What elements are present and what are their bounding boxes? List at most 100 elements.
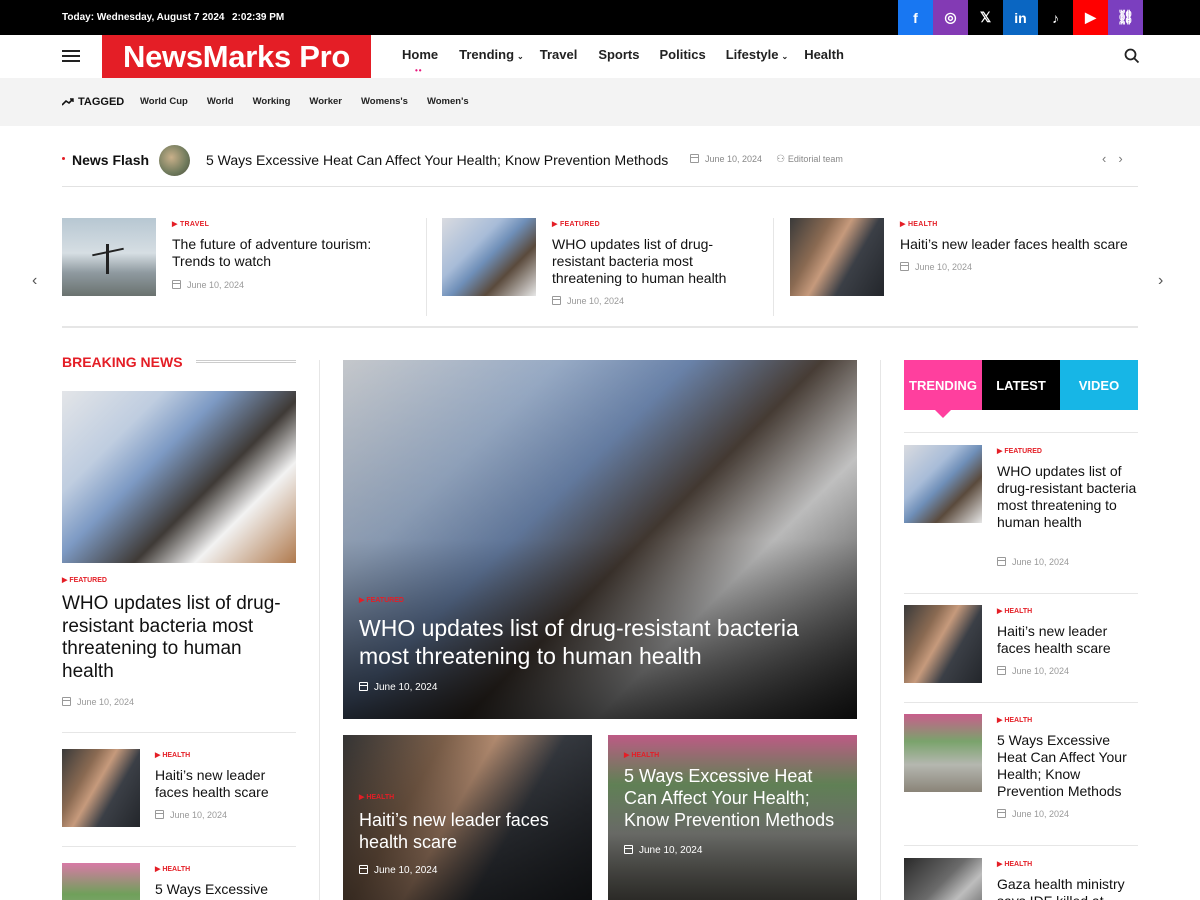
nav-travel[interactable]: Travel <box>540 47 578 62</box>
category-text: HEALTH <box>1004 608 1033 615</box>
sub-title[interactable]: Haiti’s new leader faces health scare <box>359 809 584 853</box>
category-label[interactable]: ▶ FEATURED <box>62 576 107 584</box>
card-image[interactable] <box>62 218 156 296</box>
active-tab-pointer <box>935 410 951 418</box>
item-title[interactable]: Gaza health ministry says IDF killed at … <box>997 876 1137 900</box>
date-text: June 10, 2024 <box>77 697 135 707</box>
nav-label: Health <box>804 47 844 62</box>
item-title[interactable]: 5 Ways Excessive Heat Can Affect Your He… <box>997 732 1137 800</box>
item-image[interactable] <box>904 714 982 792</box>
chevron-left-icon[interactable]: ‹ <box>1102 151 1106 166</box>
item-image[interactable] <box>904 858 982 900</box>
item-image[interactable] <box>62 749 140 827</box>
category-text: HEALTH <box>162 752 191 759</box>
linkedin-icon[interactable]: in <box>1003 0 1038 35</box>
tab-trending[interactable]: TRENDING <box>904 360 982 410</box>
divider <box>62 326 1138 328</box>
item-image[interactable] <box>904 605 982 683</box>
menu-icon[interactable] <box>62 50 80 62</box>
card-title[interactable]: WHO updates list of drug-resistant bacte… <box>552 236 748 287</box>
tag-item[interactable]: Worker <box>309 96 342 107</box>
breaking-item[interactable]: ▶ HEALTH 5 Ways Excessive <box>62 863 296 900</box>
tab-video[interactable]: VIDEO <box>1060 360 1138 410</box>
nav-health[interactable]: Health <box>804 47 844 62</box>
nav-lifestyle[interactable]: Lifestyle ⌄ <box>726 47 788 62</box>
facebook-icon[interactable]: f <box>898 0 933 35</box>
category-label[interactable]: ▶ HEALTH <box>359 793 584 801</box>
search-icon[interactable] <box>1124 48 1140 64</box>
category-label[interactable]: ▶ FEATURED <box>359 596 849 604</box>
hero-title[interactable]: WHO updates list of drug-resistant bacte… <box>359 614 849 670</box>
card-image[interactable] <box>790 218 884 296</box>
breaking-main-title[interactable]: WHO updates list of drug-resistant bacte… <box>62 593 296 683</box>
carousel-card[interactable]: ▶ FEATURED WHO updates list of drug-resi… <box>442 218 762 306</box>
hero-article[interactable]: ▶ FEATURED WHO updates list of drug-resi… <box>343 360 857 719</box>
nav-label: Politics <box>659 47 706 62</box>
breaking-item[interactable]: ▶ HEALTH Haiti’s new leader faces health… <box>62 749 296 829</box>
chevron-right-icon[interactable]: › <box>1118 151 1122 166</box>
tag-item[interactable]: Working <box>253 96 291 107</box>
nav-home[interactable]: Home •• <box>402 47 438 75</box>
carousel-card[interactable]: ▶ HEALTH Haiti’s new leader faces health… <box>790 218 1138 298</box>
instagram-icon[interactable]: ◎ <box>933 0 968 35</box>
item-image[interactable] <box>904 445 982 523</box>
item-title[interactable]: 5 Ways Excessive <box>155 881 295 898</box>
item-title[interactable]: Haiti’s new leader faces health scare <box>155 767 295 801</box>
tag-item[interactable]: Women's <box>427 96 469 107</box>
carousel-card[interactable]: ▶ TRAVEL The future of adventure tourism… <box>62 218 402 298</box>
sidebar-item[interactable]: ▶ HEALTH Gaza health ministry says IDF k… <box>904 858 1138 900</box>
date-text: June 10, 2024 <box>1012 557 1070 567</box>
tiktok-icon[interactable]: ♪ <box>1038 0 1073 35</box>
sub-article[interactable]: ▶ HEALTH 5 Ways Excessive Heat Can Affec… <box>608 735 857 900</box>
category-label[interactable]: ▶ HEALTH <box>155 751 190 759</box>
chevron-down-icon: ⌄ <box>781 52 789 61</box>
item-title[interactable]: WHO updates list of drug-resistant bacte… <box>997 463 1137 531</box>
sidebar-item[interactable]: ▶ HEALTH 5 Ways Excessive Heat Can Affec… <box>904 714 1138 824</box>
date-text: June 10, 2024 <box>170 810 228 820</box>
category-label[interactable]: ▶ HEALTH <box>624 751 849 759</box>
youtube-icon[interactable]: ▶ <box>1073 0 1108 35</box>
nav-sports[interactable]: Sports <box>598 47 639 62</box>
flash-author[interactable]: ⚇ Editorial team <box>776 154 843 165</box>
carousel-prev-icon[interactable]: ‹ <box>32 272 37 290</box>
sub-article[interactable]: ▶ HEALTH Haiti’s new leader faces health… <box>343 735 592 900</box>
divider <box>904 702 1138 703</box>
item-image[interactable] <box>62 863 140 900</box>
date-text: June 10, 2024 <box>1012 809 1070 819</box>
category-label[interactable]: ▶ HEALTH <box>155 865 190 873</box>
calendar-icon <box>155 810 164 819</box>
category-label[interactable]: ▶ FEATURED <box>997 447 1042 455</box>
tag-item[interactable]: World Cup <box>140 96 188 107</box>
tab-latest[interactable]: LATEST <box>982 360 1060 410</box>
nav-label: Lifestyle <box>725 47 779 62</box>
sidebar-item[interactable]: ▶ HEALTH Haiti’s new leader faces health… <box>904 605 1138 685</box>
category-label[interactable]: ▶ HEALTH <box>997 607 1032 615</box>
x-icon[interactable]: 𝕏 <box>968 0 1003 35</box>
sidebar-item[interactable]: ▶ FEATURED WHO updates list of drug-resi… <box>904 445 1138 575</box>
category-label[interactable]: ▶ HEALTH <box>997 860 1032 868</box>
sub-title[interactable]: 5 Ways Excessive Heat Can Affect Your He… <box>624 765 849 831</box>
nav-trending[interactable]: Trending ⌄ <box>459 47 524 62</box>
card-image[interactable] <box>442 218 536 296</box>
item-date: June 10, 2024 <box>997 557 1069 567</box>
carousel-next-icon[interactable]: › <box>1158 272 1163 290</box>
calendar-icon <box>359 865 368 874</box>
calendar-icon <box>997 666 1006 675</box>
category-label[interactable]: ▶ FEATURED <box>552 220 600 228</box>
calendar-icon <box>359 682 368 691</box>
tag-item[interactable]: Womens's <box>361 96 408 107</box>
tagged-text: TAGGED <box>78 96 125 108</box>
nav-politics[interactable]: Politics <box>659 47 705 62</box>
flash-thumbnail[interactable] <box>159 145 190 176</box>
flash-headline[interactable]: 5 Ways Excessive Heat Can Affect Your He… <box>206 152 668 168</box>
category-label[interactable]: ▶ HEALTH <box>900 220 938 228</box>
breaking-main-image[interactable] <box>62 391 296 563</box>
card-title[interactable]: The future of adventure tourism: Trends … <box>172 236 392 270</box>
card-title[interactable]: Haiti’s new leader faces health scare <box>900 236 1140 253</box>
item-title[interactable]: Haiti’s new leader faces health scare <box>997 623 1137 657</box>
category-label[interactable]: ▶ HEALTH <box>997 716 1032 724</box>
link-icon[interactable]: ⛓ <box>1108 0 1143 35</box>
site-logo[interactable]: NewsMarks Pro <box>102 35 371 78</box>
category-label[interactable]: ▶ TRAVEL <box>172 220 209 228</box>
tag-item[interactable]: World <box>207 96 234 107</box>
